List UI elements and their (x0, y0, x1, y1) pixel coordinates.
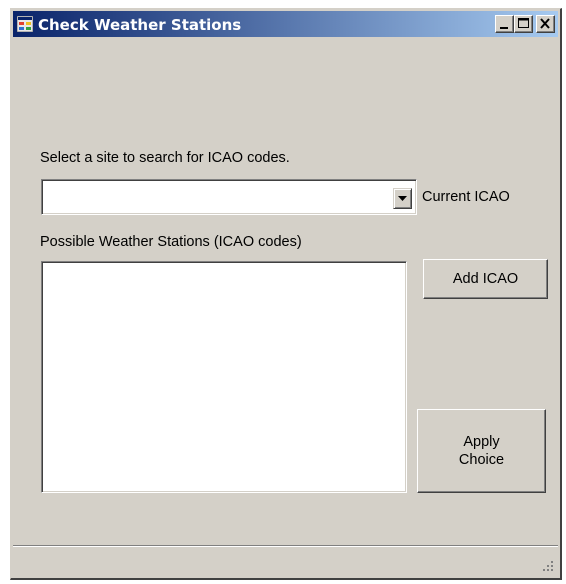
site-label: Select a site to search for ICAO codes. (40, 150, 290, 166)
apply-choice-line2: Choice (458, 452, 505, 468)
chevron-down-icon (398, 196, 407, 201)
window-title: Check Weather Stations (38, 16, 242, 34)
maximize-icon (518, 18, 529, 28)
minimize-icon (500, 27, 508, 29)
current-icao-label: Current ICAO (422, 189, 510, 205)
apply-choice-line1: Apply (463, 433, 500, 450)
app-icon (17, 16, 33, 32)
maximize-button[interactable] (514, 15, 533, 33)
add-icao-button[interactable]: Add ICAO (423, 259, 548, 299)
site-select[interactable] (41, 179, 417, 215)
minimize-button[interactable] (495, 15, 514, 33)
site-select-dropdown-button[interactable] (393, 188, 412, 209)
close-button[interactable] (536, 15, 555, 33)
stations-listbox[interactable] (41, 261, 407, 493)
stations-label: Possible Weather Stations (ICAO codes) (40, 234, 302, 250)
main-window: Check Weather Stations Select a site to … (10, 8, 562, 580)
title-bar[interactable]: Check Weather Stations (13, 11, 558, 37)
resize-grip-icon[interactable] (542, 560, 554, 572)
apply-choice-button[interactable]: Apply Choice (417, 409, 546, 493)
close-icon (540, 18, 550, 29)
status-bar (13, 545, 558, 576)
